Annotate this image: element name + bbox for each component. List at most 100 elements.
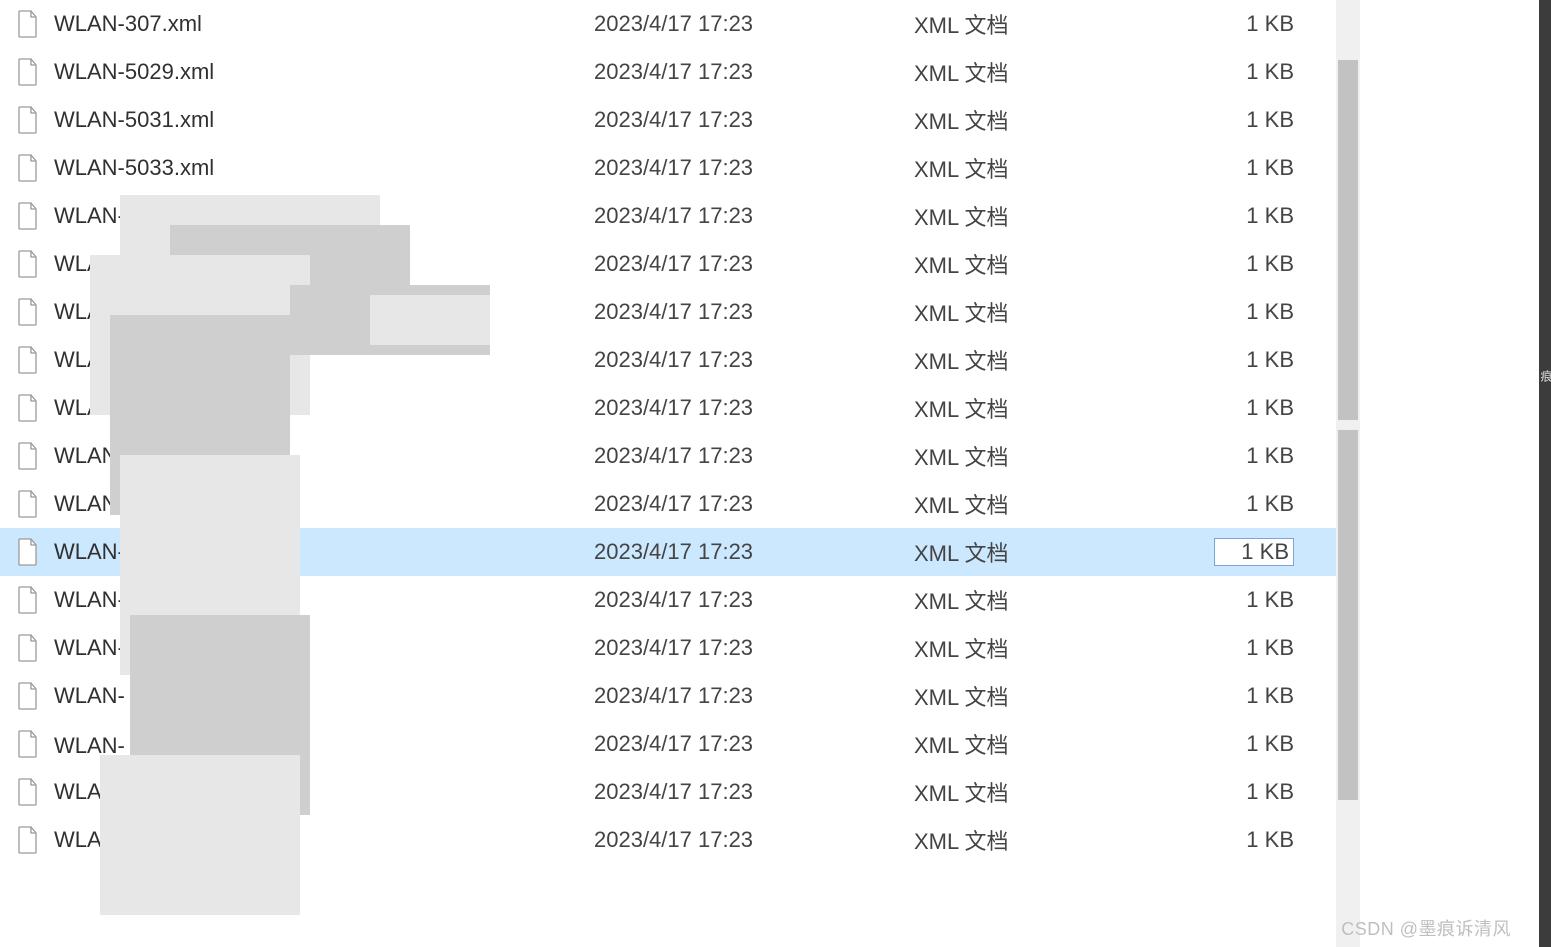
file-icon [16, 634, 40, 662]
file-type: XML 文档 [914, 8, 1214, 40]
file-row[interactable]: WLAN- 1_5G.xml2023/4/17 17:23XML 文档1 KB [0, 768, 1360, 816]
file-row[interactable]: WLAN- zy.xml2023/4/17 17:23XML 文档1 KB [0, 816, 1360, 864]
file-size: 1 KB [1214, 347, 1294, 373]
file-size: 1 KB [1214, 587, 1294, 613]
file-row[interactable]: WLAN- 1前.xml2023/4/17 17:23XML 文档1 KB [0, 720, 1360, 768]
file-row[interactable]: WLAN- 40A.xml2023/4/17 17:23XML 文档1 KB [0, 528, 1360, 576]
file-date-modified: 2023/4/17 17:23 [594, 443, 914, 469]
file-name: WLAN-5031.xml [54, 107, 594, 133]
file-size: 1 KB [1214, 779, 1294, 805]
file-name: WLAN- .xml [54, 491, 594, 517]
file-row[interactable]: WLAN-5031.xml2023/4/17 17:23XML 文档1 KB [0, 96, 1360, 144]
file-row[interactable]: WLAN-5033.xml2023/4/17 17:23XML 文档1 KB [0, 144, 1360, 192]
file-size: 1 KB [1214, 11, 1294, 37]
file-date-modified: 2023/4/17 17:23 [594, 779, 914, 805]
file-row[interactable]: WLAN- aoyun.xml2023/4/17 17:23XML 文档1 KB [0, 624, 1360, 672]
file-type: XML 文档 [914, 776, 1214, 808]
file-row[interactable]: WLAN- ICE.x2023/4/17 17:23XML 文档1 KB [0, 336, 1360, 384]
file-size: 1 KB [1214, 395, 1294, 421]
side-panel-text: 痕 [1538, 370, 1551, 382]
file-name: WLAN- xml [54, 299, 594, 325]
file-size: 1 KB [1214, 827, 1294, 853]
file-type: XML 文档 [914, 56, 1214, 88]
file-row[interactable]: WLAN-307.xml2023/4/17 17:23XML 文档1 KB [0, 0, 1360, 48]
file-size: 1 KB [1214, 635, 1294, 661]
file-name: WLAN-C [54, 251, 594, 277]
file-icon [16, 538, 40, 566]
file-icon [16, 250, 40, 278]
file-size: 1 KB [1214, 155, 1294, 181]
file-size: 1 KB [1214, 203, 1294, 229]
file-row[interactable]: WLAN-C2023/4/17 17:23XML 文档1 KB [0, 240, 1360, 288]
file-date-modified: 2023/4/17 17:23 [594, 635, 914, 661]
file-icon [16, 490, 40, 518]
file-date-modified: 2023/4/17 17:23 [594, 107, 914, 133]
file-name: WLAN-5029.xml [54, 59, 594, 85]
file-name: WLAN-5033.xml [54, 155, 594, 181]
file-icon [16, 442, 40, 470]
file-icon [16, 730, 40, 758]
file-date-modified: 2023/4/17 17:23 [594, 587, 914, 613]
file-size: 1 KB [1214, 731, 1294, 757]
file-name: WLAN- 1前.xml [54, 728, 594, 760]
file-row[interactable]: WLAN- 5G.xml2023/4/17 17:23XML 文档1 KB [0, 432, 1360, 480]
file-name: WLAN- 5G.xml [54, 443, 594, 469]
file-row[interactable]: WLAN- .xml2023/4/17 17:23XML 文档1 KB [0, 480, 1360, 528]
scrollbar-thumb[interactable] [1338, 60, 1358, 420]
csdn-watermark: CSDN @墨痕诉清风 [1341, 915, 1511, 941]
file-size: 1 KB [1214, 491, 1294, 517]
file-date-modified: 2023/4/17 17:23 [594, 539, 914, 565]
file-icon [16, 58, 40, 86]
file-icon [16, 106, 40, 134]
file-date-modified: 2023/4/17 17:23 [594, 299, 914, 325]
file-icon [16, 346, 40, 374]
file-date-modified: 2023/4/17 17:23 [594, 395, 914, 421]
side-panel-edge: 痕 [1539, 0, 1551, 947]
file-name: WLAN- aoyun.xml [54, 635, 594, 661]
file-type: XML 文档 [914, 248, 1214, 280]
file-date-modified: 2023/4/17 17:23 [594, 827, 914, 853]
file-icon [16, 586, 40, 614]
file-row[interactable]: WLAN- xml2023/4/17 17:23XML 文档1 KB [0, 288, 1360, 336]
file-icon [16, 826, 40, 854]
file-name: WLAN- zy.xml [54, 827, 594, 853]
file-type: XML 文档 [914, 152, 1214, 184]
file-date-modified: 2023/4/17 17:23 [594, 683, 914, 709]
file-row[interactable]: WLAN-5029.xml2023/4/17 17:23XML 文档1 KB [0, 48, 1360, 96]
file-row[interactable]: WLAN-CISP-PTE.xml2023/4/17 17:23XML 文档1 … [0, 192, 1360, 240]
file-icon [16, 778, 40, 806]
file-type: XML 文档 [914, 488, 1214, 520]
file-type: XML 文档 [914, 680, 1214, 712]
file-icon [16, 682, 40, 710]
file-type: XML 文档 [914, 536, 1214, 568]
file-type: XML 文档 [914, 200, 1214, 232]
file-date-modified: 2023/4/17 17:23 [594, 491, 914, 517]
file-name: WLAN- 1_5G.xml [54, 779, 594, 805]
file-size: 1 KB [1214, 443, 1294, 469]
file-name: WLAN- XW.xml [54, 587, 594, 613]
file-date-modified: 2023/4/17 17:23 [594, 347, 914, 373]
file-size: 1 KB [1214, 683, 1294, 709]
file-icon [16, 202, 40, 230]
file-row[interactable]: WLAN- .xml2023/4/17 17:23XML 文档1 KB [0, 384, 1360, 432]
file-size: 1 KB [1214, 107, 1294, 133]
file-date-modified: 2023/4/17 17:23 [594, 203, 914, 229]
file-date-modified: 2023/4/17 17:23 [594, 731, 914, 757]
scrollbar-thumb-2[interactable] [1338, 430, 1358, 800]
file-type: XML 文档 [914, 632, 1214, 664]
file-size: 1 KB [1214, 538, 1294, 566]
file-size: 1 KB [1214, 251, 1294, 277]
file-name: WLAN- .xml [54, 395, 594, 421]
file-name: WLAN- Y.xml [54, 683, 594, 709]
file-name: WLAN-307.xml [54, 11, 594, 37]
file-name: WLAN-CISP-PTE.xml [54, 203, 594, 229]
file-type: XML 文档 [914, 392, 1214, 424]
file-type: XML 文档 [914, 584, 1214, 616]
file-row[interactable]: WLAN- XW.xml2023/4/17 17:23XML 文档1 KB [0, 576, 1360, 624]
file-list: WLAN-307.xml2023/4/17 17:23XML 文档1 KBWLA… [0, 0, 1360, 947]
vertical-scrollbar[interactable] [1336, 0, 1360, 947]
file-type: XML 文档 [914, 344, 1214, 376]
file-size: 1 KB [1214, 299, 1294, 325]
file-icon [16, 298, 40, 326]
file-row[interactable]: WLAN- Y.xml2023/4/17 17:23XML 文档1 KB [0, 672, 1360, 720]
